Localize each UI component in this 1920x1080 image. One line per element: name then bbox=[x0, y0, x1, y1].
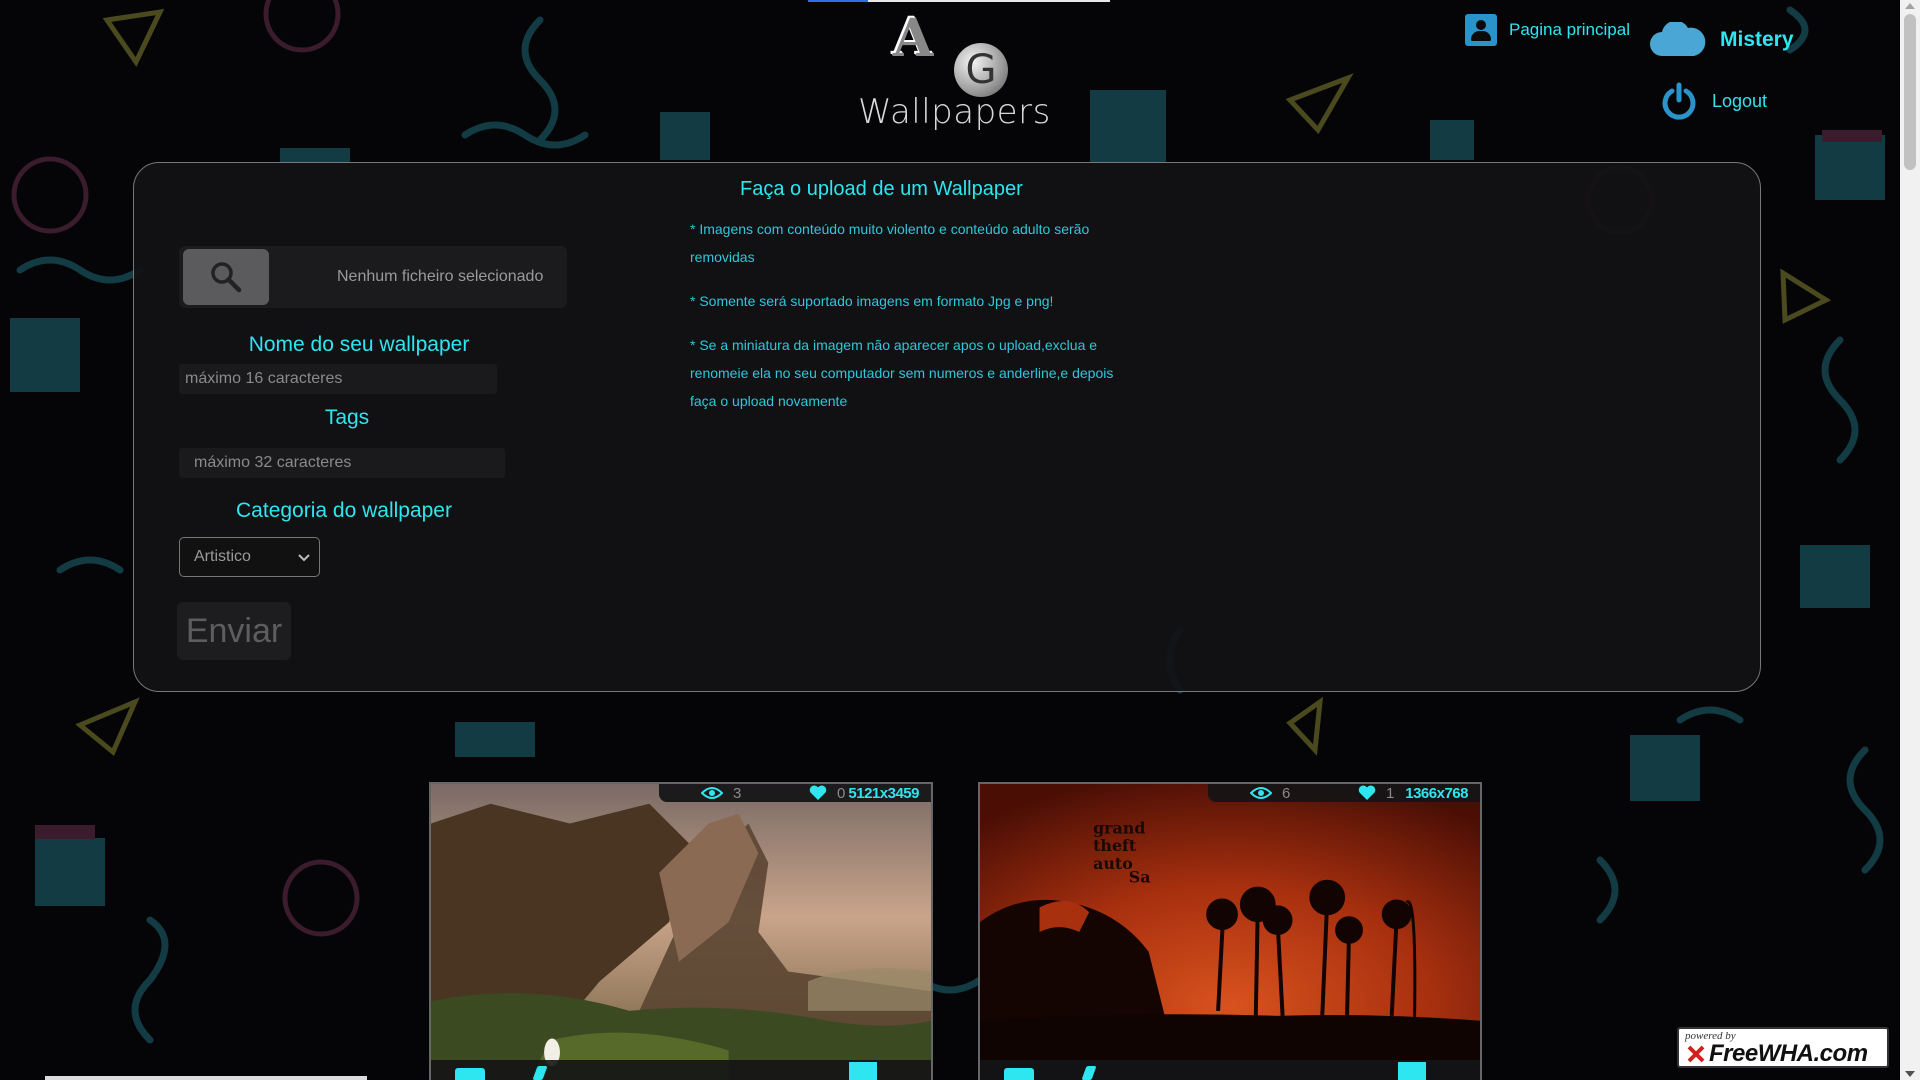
note-formats: * Somente será suportado imagens em form… bbox=[690, 293, 1054, 309]
upload-notes: * Imagens com conteúdo muito violento e … bbox=[690, 215, 1120, 431]
user-name: Mistery bbox=[1720, 28, 1794, 51]
resolution-label: 5121x3459 bbox=[848, 784, 919, 802]
wallpaper-card[interactable]: 3 0 5121x3459 bbox=[429, 782, 933, 1080]
add-icon[interactable] bbox=[1398, 1062, 1426, 1080]
category-select[interactable]: Artistico bbox=[179, 537, 320, 577]
scroll-down-arrow-icon[interactable] bbox=[1905, 1071, 1915, 1077]
likes-count: 0 bbox=[809, 785, 845, 802]
note-thumbnail: * Se a miniatura da imagem não aparecer … bbox=[690, 337, 1114, 409]
scrollbar-thumb[interactable] bbox=[1904, 14, 1916, 170]
upload-title: Faça o upload de um Wallpaper bbox=[740, 178, 1023, 200]
views-count: 6 bbox=[1250, 785, 1290, 802]
views-count: 3 bbox=[701, 785, 741, 802]
eye-icon bbox=[701, 787, 723, 799]
edit-icon[interactable] bbox=[532, 1066, 548, 1080]
eye-icon bbox=[1250, 787, 1272, 799]
category-label: Categoria do wallpaper bbox=[236, 499, 452, 522]
svg-text:Sa: Sa bbox=[1129, 868, 1151, 887]
wallpaper-thumbnail-sunset: grand theft auto Sa bbox=[980, 784, 1480, 1080]
file-status: Nenhum ficheiro selecionado bbox=[337, 268, 544, 285]
vertical-scrollbar[interactable] bbox=[1900, 0, 1920, 1080]
svg-text:grand: grand bbox=[1093, 818, 1145, 837]
wallpaper-stats: 6 1 1366x768 bbox=[1208, 784, 1480, 802]
chevron-down-icon bbox=[298, 554, 310, 562]
search-icon bbox=[211, 262, 242, 293]
category-selected: Artistico bbox=[194, 548, 251, 565]
svg-text:theft: theft bbox=[1093, 836, 1137, 855]
add-icon[interactable] bbox=[849, 1062, 877, 1080]
wallpaper-actions bbox=[980, 1060, 1480, 1080]
download-icon[interactable] bbox=[1004, 1068, 1034, 1080]
freewha-logo-icon bbox=[1687, 1045, 1705, 1063]
likes-value: 0 bbox=[837, 784, 846, 802]
download-icon[interactable] bbox=[455, 1068, 485, 1080]
views-value: 6 bbox=[1282, 784, 1291, 802]
wallpaper-stats: 3 0 5121x3459 bbox=[659, 784, 931, 802]
file-picker: Nenhum ficheiro selecionado bbox=[179, 246, 567, 308]
edit-icon[interactable] bbox=[1081, 1066, 1097, 1080]
page-load-progress bbox=[808, 0, 1110, 2]
wallpaper-thumbnail-landscape bbox=[431, 784, 931, 1080]
name-label: Nome do seu wallpaper bbox=[248, 333, 470, 356]
heart-icon[interactable] bbox=[1358, 785, 1376, 801]
logo-wordmark: Wallpapers bbox=[858, 92, 1051, 132]
logout-link[interactable]: Logout bbox=[1660, 82, 1767, 120]
home-link-label: Pagina principal bbox=[1509, 20, 1630, 39]
choose-file-button[interactable] bbox=[183, 249, 269, 305]
logo-letter-a: A bbox=[892, 12, 944, 64]
logout-label: Logout bbox=[1712, 90, 1768, 111]
logo-letter-g: G bbox=[954, 43, 1008, 97]
user-menu[interactable]: Mistery bbox=[1648, 22, 1794, 58]
tags-input[interactable]: máximo 32 caracteres bbox=[179, 448, 505, 478]
submit-button[interactable]: Enviar bbox=[177, 602, 291, 660]
wallpaper-card[interactable]: grand theft auto Sa 6 1 1366x768 bbox=[978, 782, 1482, 1080]
resolution-label: 1366x768 bbox=[1405, 784, 1468, 802]
likes-count: 1 bbox=[1358, 785, 1394, 802]
wallpaper-name-input[interactable]: máximo 16 caracteres bbox=[179, 364, 497, 394]
likes-value: 1 bbox=[1386, 784, 1395, 802]
power-icon bbox=[1662, 82, 1696, 120]
note-content-policy: * Imagens com conteúdo muito violento e … bbox=[690, 221, 1090, 265]
cloud-icon bbox=[1650, 22, 1706, 56]
site-logo[interactable]: A G Wallpapers bbox=[858, 10, 1051, 135]
badge-brand: FreeWHA.com bbox=[1709, 1040, 1868, 1067]
svg-text:auto: auto bbox=[1093, 854, 1133, 873]
horizontal-scrollbar[interactable] bbox=[45, 1076, 367, 1080]
host-badge[interactable]: powered by FreeWHA.com bbox=[1677, 1027, 1889, 1068]
home-link[interactable]: Pagina principal bbox=[1465, 14, 1630, 46]
wallpaper-actions bbox=[431, 1060, 931, 1080]
user-profile-icon bbox=[1465, 14, 1497, 46]
heart-icon[interactable] bbox=[809, 785, 827, 801]
views-value: 3 bbox=[733, 784, 742, 802]
tags-label: Tags bbox=[324, 406, 370, 429]
scroll-up-arrow-icon[interactable] bbox=[1905, 3, 1915, 9]
